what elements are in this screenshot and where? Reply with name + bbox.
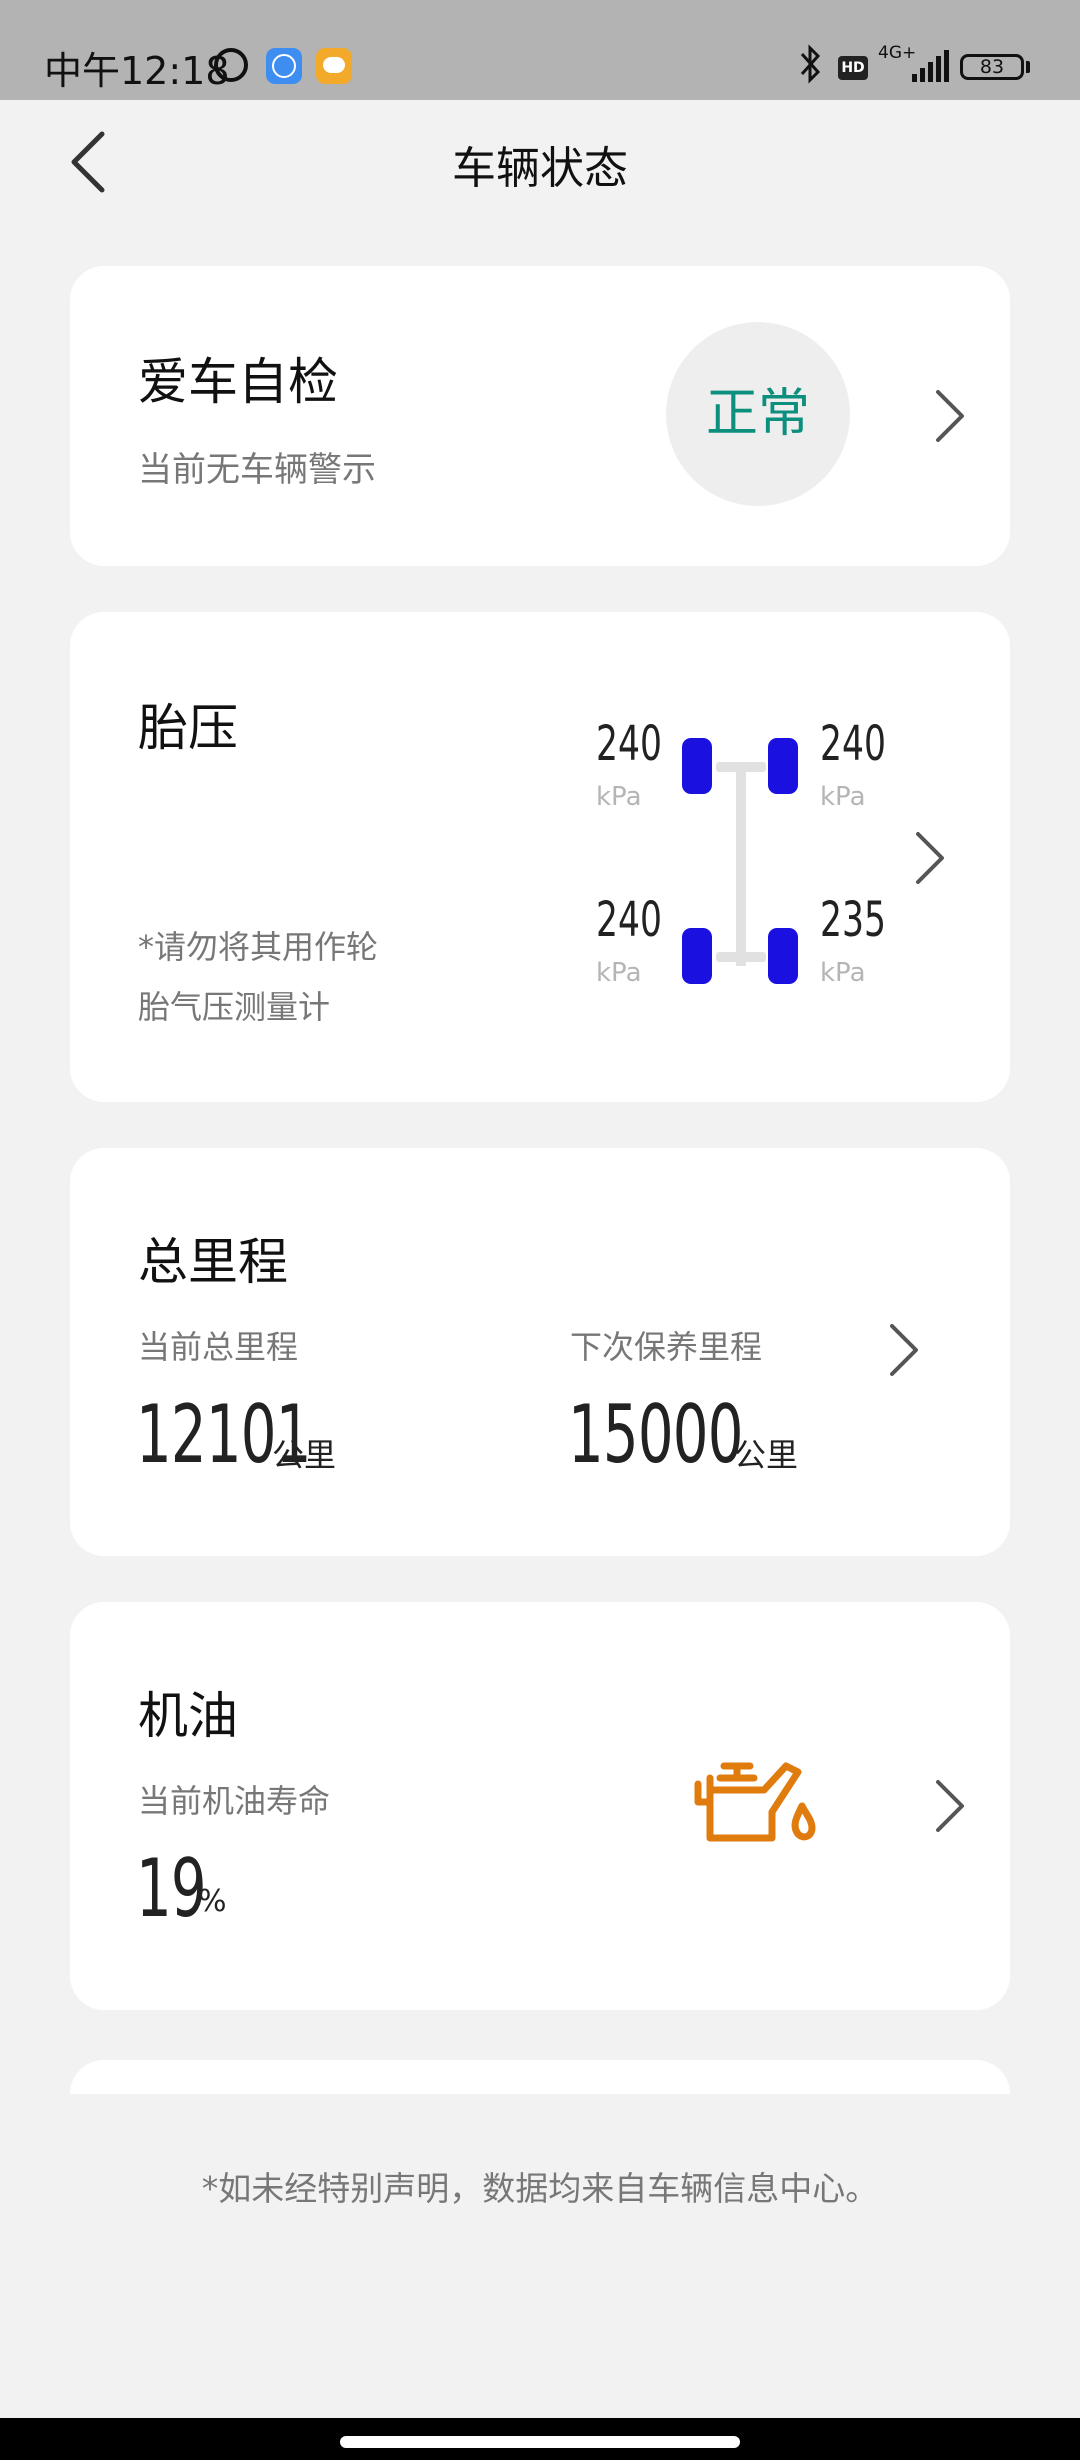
- rear-left-pressure: 240: [596, 892, 662, 948]
- app-notification-icon: [266, 48, 302, 84]
- chevron-right-icon: [916, 832, 944, 884]
- self-check-subtitle: 当前无车辆警示: [138, 450, 376, 490]
- chevron-right-icon: [936, 1780, 964, 1832]
- oil-life-value: 19: [136, 1842, 207, 1935]
- front-axle: [716, 762, 766, 772]
- battery-indicator: 83: [960, 54, 1024, 80]
- rear-axle: [716, 952, 766, 962]
- rear-right-tire: [768, 928, 798, 984]
- data-source-note: *如未经特别声明，数据均来自车辆信息中心。: [201, 2169, 879, 2208]
- alarm-icon: [214, 48, 248, 82]
- car-chassis: [736, 766, 746, 966]
- current-mileage-unit: 公里: [272, 1436, 337, 1474]
- oil-life-label: 当前机油寿命: [138, 1782, 331, 1820]
- bluetooth-icon: [800, 44, 821, 84]
- rear-right-pressure: 235: [820, 892, 886, 948]
- message-notification-icon: [316, 48, 352, 84]
- front-left-tire: [682, 738, 712, 794]
- rear-left-tire: [682, 928, 712, 984]
- page-title: 车辆状态: [452, 143, 628, 194]
- front-left-pressure: 240: [596, 716, 662, 772]
- rear-right-unit: kPa: [820, 958, 866, 988]
- front-left-unit: kPa: [596, 782, 642, 812]
- tire-pressure-note-1: *请勿将其用作轮: [138, 928, 379, 966]
- front-right-pressure: 240: [820, 716, 886, 772]
- chevron-right-icon: [890, 1324, 918, 1376]
- self-check-card[interactable]: 爱车自检 当前无车辆警示 正常: [70, 266, 1010, 566]
- chevron-right-icon: [936, 390, 964, 442]
- front-right-unit: kPa: [820, 782, 866, 812]
- battery-tip: [1026, 61, 1030, 73]
- hd-badge: HD: [838, 56, 868, 80]
- tire-pressure-note-2: 胎气压测量计: [138, 988, 331, 1026]
- footer-area: [0, 2094, 1080, 2354]
- current-mileage-label: 当前总里程: [138, 1328, 299, 1366]
- self-check-title: 爱车自检: [138, 353, 338, 411]
- tire-pressure-title: 胎压: [138, 699, 238, 757]
- oil-can-icon: [694, 1762, 816, 1842]
- oil-card[interactable]: 机油 当前机油寿命 19 %: [70, 1602, 1010, 2010]
- status-time: 中午12:18: [44, 49, 230, 93]
- next-service-label: 下次保养里程: [570, 1328, 763, 1366]
- mileage-card[interactable]: 总里程 当前总里程 12101 公里 下次保养里程 15000 公里: [70, 1148, 1010, 1556]
- front-right-tire: [768, 738, 798, 794]
- status-bar: 中午12:18 HD 4G+ 83: [0, 0, 1080, 100]
- status-circle: 正常: [666, 322, 850, 506]
- tire-pressure-card[interactable]: 胎压 *请勿将其用作轮 胎气压测量计 240 kPa 240 kPa 240 k…: [70, 612, 1010, 1102]
- next-service-value: 15000: [568, 1388, 743, 1481]
- rear-left-unit: kPa: [596, 958, 642, 988]
- oil-title: 机油: [138, 1687, 238, 1745]
- signal-icon: [912, 50, 949, 82]
- mileage-title: 总里程: [138, 1233, 288, 1291]
- oil-life-unit: %: [198, 1884, 227, 1919]
- home-gesture-bar[interactable]: [340, 2436, 740, 2448]
- next-service-unit: 公里: [734, 1436, 799, 1474]
